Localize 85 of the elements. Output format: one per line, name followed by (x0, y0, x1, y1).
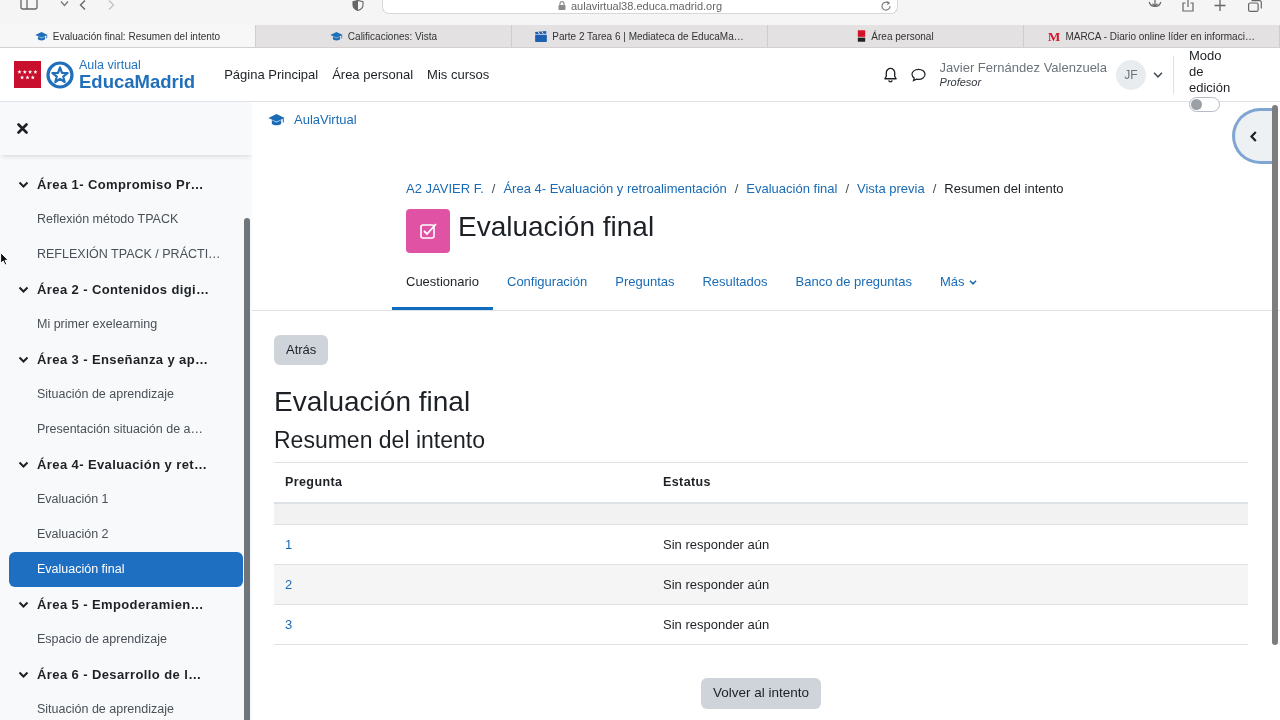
shield-icon[interactable] (352, 0, 364, 11)
flag-icon (14, 61, 41, 88)
address-text: aulavirtual38.educa.madrid.org (570, 0, 722, 12)
breadcrumb-current: Resumen del intento (944, 181, 1064, 197)
tab[interactable]: Preguntas (601, 264, 689, 310)
back-button[interactable]: Atrás (274, 335, 329, 365)
sidebar-section[interactable]: Área 1- Compromiso Pr… (9, 167, 243, 202)
table-cell: Sin responder aún (652, 564, 1248, 605)
breadcrumb-separator: / (733, 181, 740, 197)
course-link[interactable]: AulaVirtual (268, 112, 357, 128)
question-link[interactable]: 1 (285, 536, 293, 552)
page-title: Evaluación final (458, 210, 655, 244)
return-button[interactable]: Volver al intento (700, 678, 822, 709)
user-name: Javier Fernández Valenzuela (939, 60, 1107, 75)
chevron-down-icon[interactable] (1153, 71, 1163, 78)
logo-title: EducaMadrid (79, 72, 196, 91)
nav-link[interactable]: Área personal (332, 64, 414, 85)
sidebar-item[interactable]: Evaluación 1 (9, 482, 243, 517)
breadcrumb-link[interactable]: Área 4- Evaluación y retroalimentación (503, 181, 727, 197)
sidebar-section[interactable]: Área 3 - Enseñanza y ap… (9, 342, 243, 377)
sidebar-item[interactable]: REFLEXIÓN TPACK / PRÁCTI… (9, 237, 243, 272)
breadcrumb-link[interactable]: Evaluación final (746, 181, 838, 197)
question-link[interactable]: 3 (285, 616, 293, 632)
lock-icon (557, 1, 566, 10)
sidebar-section[interactable]: Área 6 - Desarrollo de l… (9, 657, 243, 692)
logo-subtitle: Aula virtual (79, 58, 142, 72)
tab[interactable]: Resultados (688, 264, 782, 310)
graduation-cap-icon (268, 113, 285, 127)
breadcrumb-separator: / (490, 181, 497, 197)
star-logo-icon (46, 60, 74, 89)
question-link[interactable]: 2 (285, 576, 293, 592)
more-menu-tab[interactable]: Más (925, 264, 992, 310)
scrollbar[interactable] (1272, 105, 1278, 645)
tab[interactable]: Banco de preguntas (781, 264, 926, 310)
breadcrumb-separator: / (844, 181, 850, 197)
nav-link[interactable]: Página Principal (224, 64, 319, 85)
scrollbar[interactable] (244, 218, 250, 720)
clapperboard-icon (535, 30, 548, 42)
sidebar-item[interactable]: Situación de aprendizaje (9, 692, 243, 720)
sidebar-item[interactable]: Espacio de aprendizaje (9, 622, 243, 657)
sidebar-item[interactable]: Presentación situación de a… (9, 412, 243, 447)
section-subheading: Resumen del intento (274, 426, 486, 455)
edit-mode-label: Modo de edición (1189, 48, 1232, 96)
address-field[interactable]: aulavirtual38.educa.madrid.org (382, 0, 898, 14)
sidebar-section[interactable]: Área 2 - Contenidos digi… (9, 272, 243, 307)
graduation-cap-icon (329, 30, 343, 42)
section-heading: Evaluación final (274, 385, 472, 419)
user-role: Profesor (939, 75, 983, 89)
column-header: Estatus (652, 462, 1248, 503)
sidebar-section[interactable]: Área 4- Evaluación y ret… (9, 447, 243, 482)
tab[interactable]: Cuestionario (392, 264, 493, 310)
table-cell: Sin responder aún (652, 524, 1248, 565)
table-cell: Sin responder aún (652, 604, 1248, 645)
chat-icon[interactable] (910, 67, 926, 82)
nav-link[interactable]: Mis cursos (427, 64, 490, 85)
graduation-cap-icon (34, 30, 48, 42)
sidebar-item[interactable]: Evaluación 2 (9, 517, 243, 552)
sidebar-icon[interactable] (20, 0, 38, 10)
back-icon[interactable] (79, 0, 86, 10)
sidebar-item[interactable]: Situación de aprendizaje (9, 377, 243, 412)
tabs-icon[interactable] (1248, 0, 1262, 12)
tab[interactable]: Configuración (493, 264, 602, 310)
close-icon[interactable] (17, 123, 28, 134)
breadcrumb-link[interactable]: Vista previa (857, 181, 925, 197)
edit-mode-toggle[interactable] (1189, 97, 1220, 112)
chevron-down-icon (969, 279, 978, 285)
sidebar-item[interactable]: Mi primer exelearning (9, 307, 243, 342)
chevron-down-icon[interactable] (60, 1, 69, 7)
sidebar-item[interactable]: Reflexión método TPACK (9, 202, 243, 237)
share-icon[interactable] (1182, 0, 1194, 12)
reload-icon[interactable] (881, 1, 891, 11)
column-header: Pregunta (274, 462, 652, 503)
plus-icon[interactable] (1214, 0, 1226, 12)
browser-tab[interactable]: Evaluación final: Resumen del intento (0, 25, 256, 47)
sidebar-item[interactable]: Evaluación final (9, 552, 243, 587)
logo-letter: M (1048, 29, 1061, 43)
sidebar-section[interactable]: Área 5 - Empoderamien… (9, 587, 243, 622)
breadcrumb-link[interactable]: A2 JAVIER F. (406, 181, 484, 197)
logo-icon (857, 30, 867, 42)
chevron-left-icon (1250, 130, 1257, 142)
quiz-icon (406, 209, 450, 253)
breadcrumb-separator: / (931, 181, 938, 197)
user-avatar[interactable]: JF (1116, 59, 1146, 90)
drawer-toggle-button[interactable] (1232, 108, 1272, 164)
bell-icon[interactable] (882, 66, 898, 83)
